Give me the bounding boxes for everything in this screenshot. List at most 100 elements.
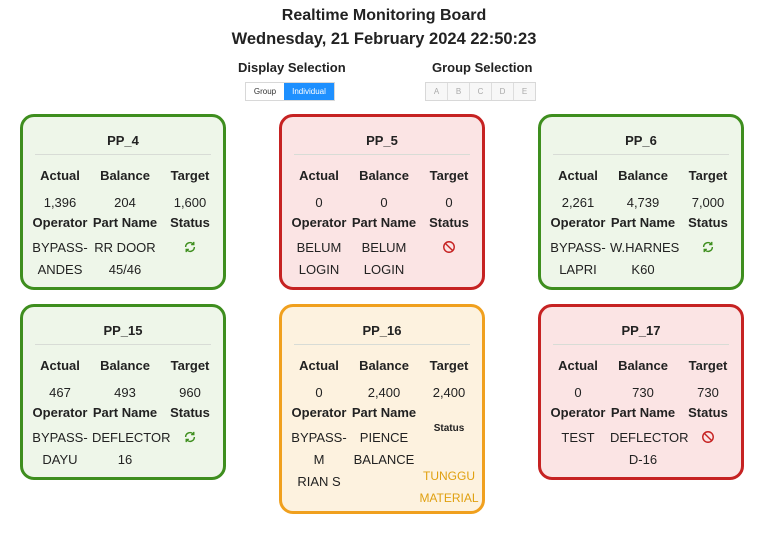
operator-value: BELUM LOGIN	[296, 240, 342, 277]
display-individual-button[interactable]: Individual	[284, 83, 334, 100]
prohibited-icon	[443, 241, 455, 253]
divider	[553, 154, 729, 155]
part-name-header: Part Name	[92, 405, 158, 420]
balance-value: 2,400	[367, 385, 401, 400]
target-header: Target	[688, 358, 728, 373]
machine-card: PP_17 Actual Balance Target 0 730 730 Op…	[538, 304, 744, 480]
target-value: 2,400	[432, 385, 466, 400]
machine-card: PP_5 Actual Balance Target 0 0 0 Operato…	[279, 114, 485, 290]
target-header: Target	[170, 168, 210, 183]
operator-value: BYPASS- ANDES	[32, 240, 88, 277]
datetime: Wednesday, 21 February 2024 22:50:23	[231, 30, 537, 48]
operator-value: BYPASS-M RIAN S	[291, 430, 347, 489]
status-cell	[675, 240, 741, 257]
actual-header: Actual	[299, 168, 339, 183]
target-value: 1,600	[173, 195, 207, 210]
refresh-icon	[184, 241, 196, 253]
balance-value: 4,739	[626, 195, 660, 210]
part-name-value: W.HARNES K60	[610, 240, 680, 277]
display-group-button[interactable]: Group	[246, 83, 284, 100]
actual-value: 1,396	[43, 195, 77, 210]
operator-value: BYPASS- DAYU	[32, 430, 88, 467]
balance-header: Balance	[359, 168, 409, 183]
operator-header: Operator	[32, 405, 88, 420]
machine-card: PP_15 Actual Balance Target 467 493 960 …	[20, 304, 226, 480]
actual-value: 0	[315, 385, 323, 400]
status-header: Status	[170, 215, 210, 230]
part-name-value: DEFLECTOR D-16	[610, 430, 689, 467]
machine-name: PP_17	[621, 323, 661, 338]
part-name-header: Part Name	[351, 405, 417, 420]
operator-header: Operator	[32, 215, 88, 230]
status-cell	[675, 430, 741, 447]
balance-value: 204	[114, 195, 136, 210]
part-name-value: RR DOOR 45/46	[94, 240, 156, 277]
part-name-header: Part Name	[92, 215, 158, 230]
actual-header: Actual	[40, 358, 80, 373]
actual-value: 0	[315, 195, 323, 210]
page-title: Realtime Monitoring Board	[281, 7, 487, 24]
balance-header: Balance	[359, 358, 409, 373]
balance-value: 730	[632, 385, 654, 400]
machine-card: PP_16 Actual Balance Target 0 2,400 2,40…	[279, 304, 485, 514]
operator-header: Operator	[550, 405, 606, 420]
divider	[35, 344, 211, 345]
status-cell	[416, 240, 482, 257]
operator-header: Operator	[291, 405, 347, 420]
target-header: Target	[688, 168, 728, 183]
balance-value: 493	[114, 385, 136, 400]
machine-name: PP_4	[107, 133, 139, 148]
actual-value: 0	[574, 385, 582, 400]
actual-header: Actual	[40, 168, 80, 183]
prohibited-icon	[702, 431, 714, 443]
divider	[35, 154, 211, 155]
refresh-icon	[184, 431, 196, 443]
group-c-button[interactable]: C	[470, 83, 492, 100]
part-name-value: DEFLECTOR 16	[92, 430, 171, 467]
target-value: 960	[179, 385, 201, 400]
operator-header: Operator	[291, 215, 347, 230]
target-header: Target	[170, 358, 210, 373]
actual-value: 467	[49, 385, 71, 400]
target-header: Target	[429, 358, 469, 373]
actual-header: Actual	[299, 358, 339, 373]
status-header: Status	[688, 215, 728, 230]
group-a-button[interactable]: A	[426, 83, 448, 100]
status-cell	[157, 430, 223, 447]
status-header: Status	[433, 423, 465, 434]
balance-header: Balance	[618, 358, 668, 373]
part-name-header: Part Name	[610, 405, 676, 420]
balance-header: Balance	[100, 358, 150, 373]
part-name-value: BELUM LOGIN	[361, 240, 407, 277]
group-d-button[interactable]: D	[492, 83, 514, 100]
group-b-button[interactable]: B	[448, 83, 470, 100]
part-name-header: Part Name	[610, 215, 676, 230]
status-cell: TUNGGU MATERIAL	[419, 469, 479, 505]
divider	[553, 344, 729, 345]
machine-name: PP_16	[362, 323, 402, 338]
display-selection-toggle: Group Individual	[245, 82, 335, 101]
group-selection-label: Group Selection	[432, 60, 533, 75]
refresh-icon	[702, 241, 714, 253]
part-name-value: PIENCE BALANCE	[353, 430, 415, 467]
actual-header: Actual	[558, 358, 598, 373]
target-value: 730	[697, 385, 719, 400]
group-e-button[interactable]: E	[514, 83, 535, 100]
status-header: Status	[688, 405, 728, 420]
divider	[294, 154, 470, 155]
status-header: Status	[429, 215, 469, 230]
divider	[294, 344, 470, 345]
target-value: 0	[445, 195, 453, 210]
machine-name: PP_5	[366, 133, 398, 148]
target-header: Target	[429, 168, 469, 183]
balance-header: Balance	[618, 168, 668, 183]
part-name-header: Part Name	[351, 215, 417, 230]
machine-card: PP_4 Actual Balance Target 1,396 204 1,6…	[20, 114, 226, 290]
balance-header: Balance	[100, 168, 150, 183]
operator-value: BYPASS- LAPRI	[550, 240, 606, 277]
group-selection-buttons: A B C D E	[425, 82, 536, 101]
operator-header: Operator	[550, 215, 606, 230]
operator-value: TEST	[561, 430, 595, 445]
machine-name: PP_15	[103, 323, 143, 338]
display-selection-label: Display Selection	[238, 60, 346, 75]
